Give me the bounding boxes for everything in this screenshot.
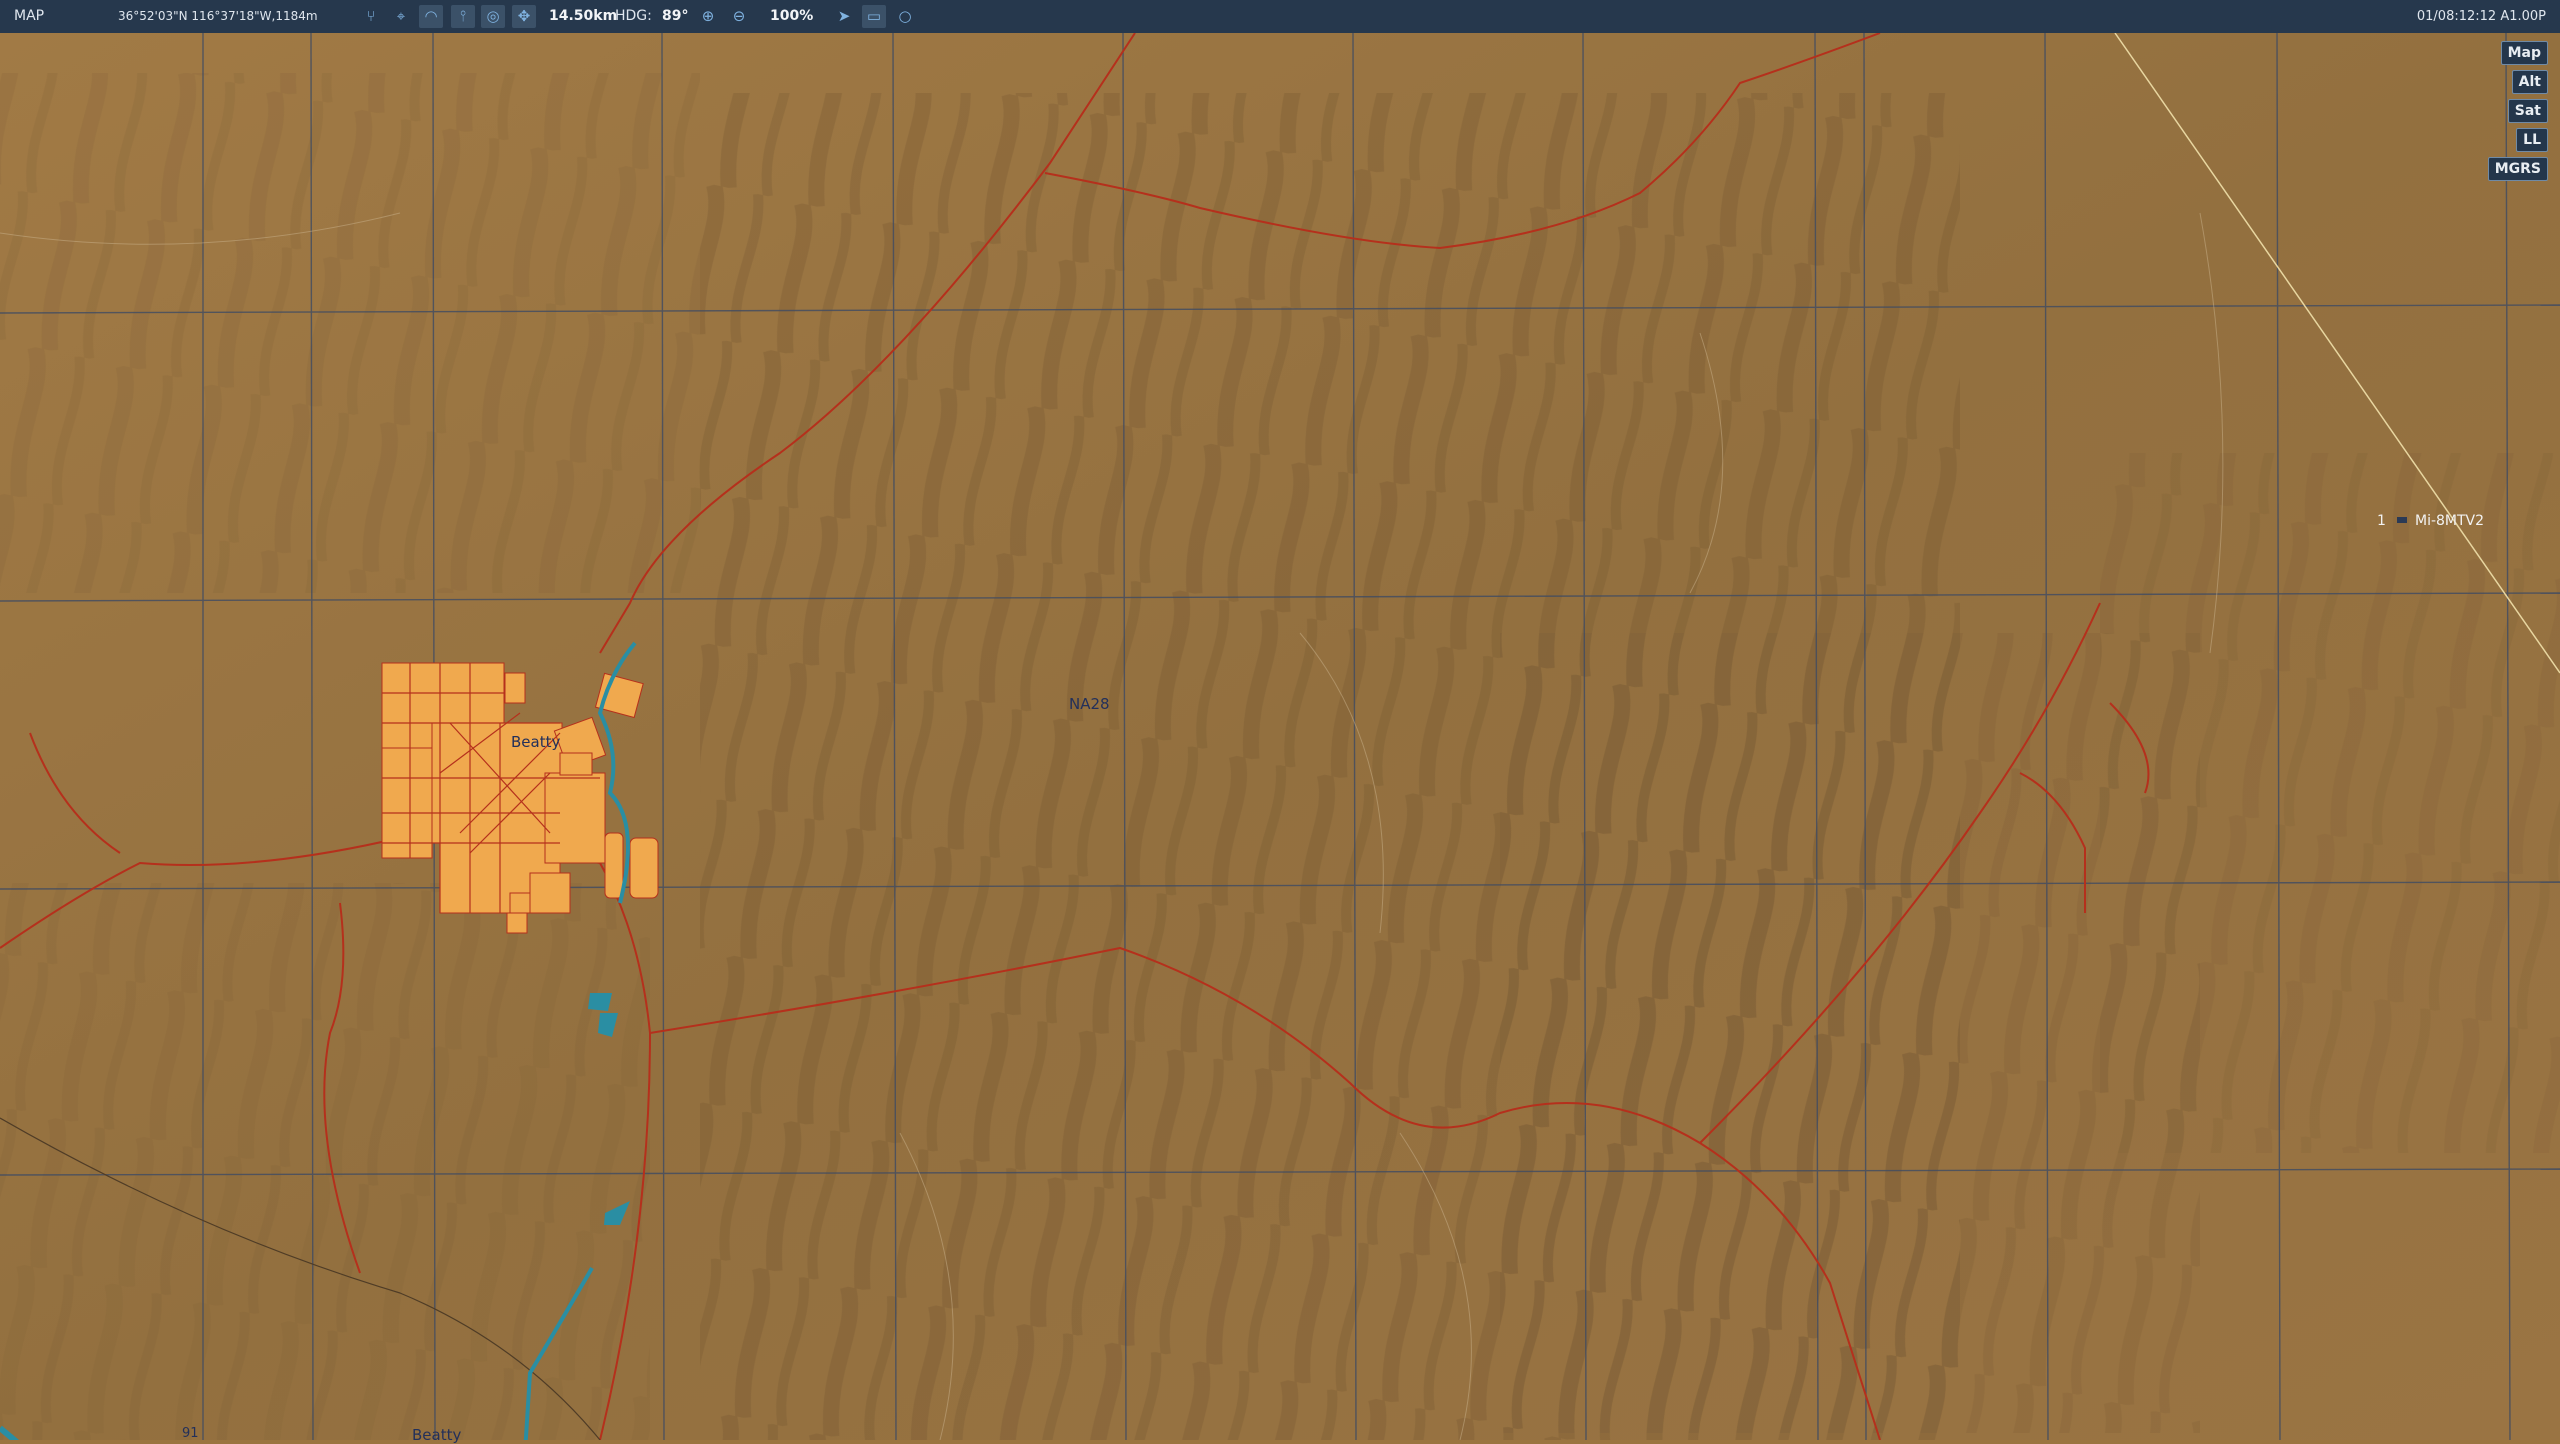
- move-icon[interactable]: ✥: [512, 5, 536, 28]
- mission-time: 01/08:12:12 A1.00P: [2416, 9, 2546, 24]
- grid-zone-label: NA28: [1069, 695, 1110, 713]
- circle-icon[interactable]: ○: [893, 5, 917, 28]
- zoom-level: 100%: [770, 8, 814, 24]
- altitude-icon[interactable]: ⫯: [451, 5, 475, 28]
- comms-icon[interactable]: ◎: [481, 5, 505, 28]
- zoom-out-icon[interactable]: ⊖: [727, 5, 751, 28]
- unit-label[interactable]: Mi-8MTV2: [2415, 513, 2484, 529]
- cursor-coordinates: 36°52'03"N 116°37'18"W,1184m: [118, 9, 318, 23]
- scale-value: 14.50km: [549, 8, 618, 24]
- layer-ll-button[interactable]: LL: [2516, 128, 2548, 152]
- unit-marker: [2397, 517, 2407, 523]
- layer-alt-button[interactable]: Alt: [2511, 70, 2548, 94]
- ruler-icon[interactable]: ▭: [862, 5, 886, 28]
- layer-sat-button[interactable]: Sat: [2507, 99, 2548, 123]
- layer-mgrs-button[interactable]: MGRS: [2487, 157, 2548, 181]
- map-view[interactable]: Beatty NA28 Beatty 91 1 Mi-8MTV2 Map Alt…: [0, 33, 2560, 1444]
- heading-label: HDG:: [615, 8, 652, 24]
- bottom-town-label: Beatty: [412, 1426, 462, 1444]
- route-icon[interactable]: ⑂: [359, 5, 383, 28]
- navigate-icon[interactable]: ➤: [832, 5, 856, 28]
- heading-value: 89°: [662, 8, 689, 24]
- signal-icon[interactable]: ◠: [419, 5, 443, 28]
- top-toolbar: MAP 36°52'03"N 116°37'18"W,1184m ⑂ ⌖ ◠ ⫯…: [0, 0, 2560, 33]
- road-number-label: 91: [182, 1426, 199, 1441]
- town-label: Beatty: [511, 733, 561, 751]
- layer-map-button[interactable]: Map: [2500, 41, 2548, 65]
- mode-label: MAP: [14, 8, 45, 24]
- crosshair-icon[interactable]: ⌖: [389, 5, 413, 28]
- unit-index: 1: [2377, 513, 2386, 529]
- zoom-in-icon[interactable]: ⊕: [696, 5, 720, 28]
